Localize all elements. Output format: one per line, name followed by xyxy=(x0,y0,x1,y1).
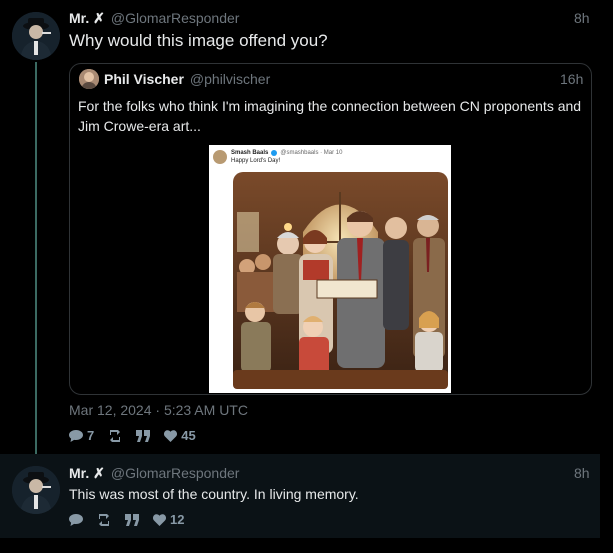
retweet-icon xyxy=(110,429,121,442)
reply-reply-button[interactable] xyxy=(69,513,83,526)
tweet-date[interactable]: Mar 12, 2024 · 5:23 AM UTC xyxy=(69,402,248,418)
reply-author-name[interactable]: Mr. ✗ xyxy=(69,465,105,482)
like-count: 45 xyxy=(181,428,196,443)
quoted-author-handle: @philvischer xyxy=(189,71,271,87)
avatar[interactable] xyxy=(12,12,60,60)
tweet-time[interactable]: 8h xyxy=(574,10,590,26)
quoted-tweet-text: For the folks who think I'm imagining th… xyxy=(78,98,582,134)
quoted-author-name: Phil Vischer xyxy=(104,71,184,87)
like-icon xyxy=(153,513,166,526)
embedded-author-name: Smash Baals xyxy=(231,150,269,156)
reply-retweet-button[interactable] xyxy=(97,513,111,526)
retweet-icon xyxy=(99,513,109,526)
tweet-actions: 7 45 xyxy=(69,428,210,443)
verified-icon xyxy=(271,150,278,156)
reply-text: This was most of the country. In living … xyxy=(69,486,359,502)
thread-line xyxy=(35,62,37,460)
reply-count: 7 xyxy=(87,428,95,443)
embedded-author-handle: @smashbaals · Mar 10 xyxy=(280,150,343,156)
reply-actions: 12 xyxy=(69,512,198,527)
reply-like-count: 12 xyxy=(170,512,185,527)
reply-like-button[interactable]: 12 xyxy=(153,512,184,527)
painting-illustration xyxy=(233,172,448,389)
quoted-avatar xyxy=(79,69,99,89)
reply-author-handle[interactable]: @GlomarResponder xyxy=(111,465,240,481)
like-icon xyxy=(164,429,178,442)
quote-button[interactable] xyxy=(136,429,151,442)
embedded-avatar xyxy=(213,150,227,164)
embedded-post-text: Happy Lord's Day! xyxy=(231,158,281,164)
quote-icon xyxy=(136,429,151,442)
quote-icon xyxy=(125,513,139,526)
reply-time[interactable]: 8h xyxy=(574,465,590,481)
like-button[interactable]: 45 xyxy=(164,428,196,443)
reply-button[interactable]: 7 xyxy=(69,428,94,443)
author-handle[interactable]: @GlomarResponder xyxy=(111,10,240,26)
quoted-tweet-time: 16h xyxy=(560,71,584,87)
reply-avatar[interactable] xyxy=(12,466,60,514)
reply-quote-button[interactable] xyxy=(125,513,139,526)
tweet-text: Why would this image offend you? xyxy=(69,31,328,50)
reply-icon xyxy=(69,513,83,526)
reply-icon xyxy=(69,429,83,442)
retweet-button[interactable] xyxy=(108,429,122,442)
embedded-image[interactable]: Smash Baals @smashbaals · Mar 10 Happy L… xyxy=(209,145,451,393)
author-name[interactable]: Mr. ✗ xyxy=(69,10,105,27)
